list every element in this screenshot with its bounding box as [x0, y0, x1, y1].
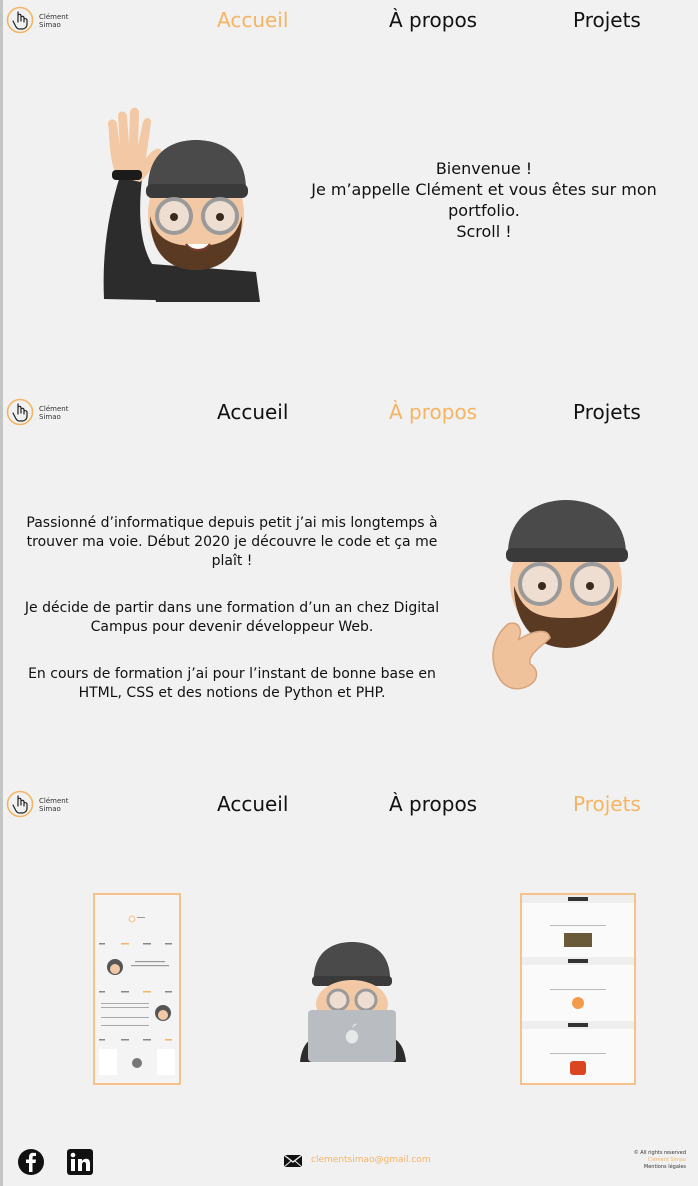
- legal-notice: © All rights reserved Clément Simao Ment…: [620, 1150, 686, 1171]
- laptop-memoji-image: [300, 942, 406, 1062]
- logo[interactable]: Clément Simao: [6, 398, 70, 430]
- legal-mentions-link[interactable]: Mentions légales: [620, 1164, 686, 1171]
- pointer-hand-icon: [6, 6, 34, 34]
- linkedin-icon[interactable]: [66, 1148, 94, 1176]
- hero-welcome-text: Bienvenue ! Je m’appelle Clément et vous…: [311, 159, 657, 241]
- about-paragraph-2: Je décide de partir dans une formation d…: [24, 600, 440, 635]
- page-edge: [0, 0, 3, 1186]
- pointer-hand-icon: [6, 398, 34, 426]
- nav-link-apropos[interactable]: À propos: [389, 792, 477, 816]
- nav-link-apropos[interactable]: À propos: [389, 8, 477, 32]
- about-paragraph-1: Passionné d’informatique depuis petit j’…: [26, 515, 438, 569]
- nav-link-accueil[interactable]: Accueil: [217, 400, 288, 424]
- navbar-home: Clément Simao Accueil À propos Projets: [0, 0, 698, 44]
- nav-link-accueil[interactable]: Accueil: [217, 8, 288, 32]
- navbar-projects: Clément Simao Accueil À propos Projets: [0, 784, 698, 828]
- waving-memoji-image: [103, 107, 260, 302]
- about-paragraph-3: En cours de formation j’ai pour l’instan…: [28, 666, 436, 701]
- about-text: Passionné d’informatique depuis petit j’…: [10, 514, 454, 731]
- project-thumbnail-portfolio[interactable]: [93, 893, 181, 1085]
- nav-link-projets[interactable]: Projets: [573, 400, 641, 424]
- nav-link-projets[interactable]: Projets: [573, 8, 641, 32]
- mail-icon: [283, 1154, 303, 1168]
- nav-link-accueil[interactable]: Accueil: [217, 792, 288, 816]
- portfolio-preview-image: [95, 895, 179, 1083]
- ase-preview-image: [522, 895, 634, 1083]
- email-link[interactable]: clementsimao@gmail.com: [311, 1155, 431, 1165]
- navbar-about: Clément Simao Accueil À propos Projets: [0, 392, 698, 436]
- nav-link-apropos[interactable]: À propos: [389, 400, 477, 424]
- logo[interactable]: Clément Simao: [6, 6, 70, 38]
- pointer-hand-icon: [6, 790, 34, 818]
- logo-text: Clément Simao: [39, 13, 69, 29]
- thinking-memoji-image: [492, 500, 628, 690]
- logo-text: Clément Simao: [39, 405, 69, 421]
- logo-text: Clément Simao: [39, 797, 69, 813]
- nav-link-projets[interactable]: Projets: [573, 792, 641, 816]
- logo[interactable]: Clément Simao: [6, 790, 70, 822]
- facebook-icon[interactable]: [17, 1148, 45, 1176]
- project-thumbnail-ase[interactable]: [520, 893, 636, 1085]
